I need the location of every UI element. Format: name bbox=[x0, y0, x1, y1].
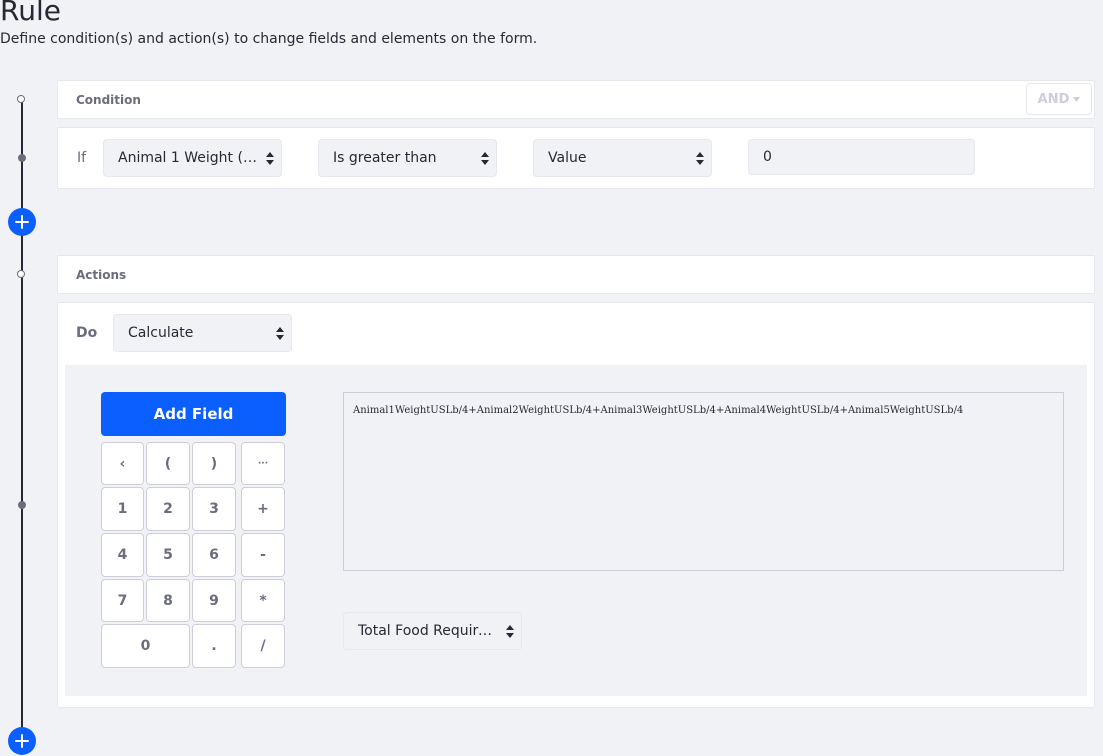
key-divide[interactable]: / bbox=[241, 624, 285, 668]
key-close-paren[interactable]: ) bbox=[192, 442, 236, 485]
timeline-node bbox=[18, 501, 26, 509]
timeline-line bbox=[21, 99, 23, 749]
key-5[interactable]: 5 bbox=[146, 533, 190, 577]
key-0[interactable]: 0 bbox=[101, 624, 190, 668]
sort-arrows-icon bbox=[269, 326, 291, 340]
plus-icon bbox=[15, 734, 29, 748]
key-8[interactable]: 8 bbox=[146, 579, 190, 622]
key-7[interactable]: 7 bbox=[101, 579, 144, 622]
key-more[interactable]: ··· bbox=[241, 442, 285, 485]
condition-header: Condition bbox=[76, 93, 141, 107]
sort-arrows-icon bbox=[474, 151, 496, 165]
action-type-select[interactable]: Calculate bbox=[113, 314, 292, 352]
condition-operator-select[interactable]: Is greater than bbox=[318, 139, 497, 177]
logic-operator-dropdown[interactable]: AND bbox=[1026, 83, 1092, 115]
add-condition-button[interactable] bbox=[8, 208, 36, 236]
key-multiply[interactable]: * bbox=[241, 579, 285, 622]
key-open-paren[interactable]: ( bbox=[146, 442, 190, 485]
key-9[interactable]: 9 bbox=[192, 579, 236, 622]
if-label: If bbox=[77, 150, 87, 166]
key-decimal[interactable]: . bbox=[192, 624, 236, 668]
actions-header-card: Actions bbox=[57, 255, 1095, 294]
timeline-node bbox=[18, 154, 26, 162]
condition-operator-value: Is greater than bbox=[333, 150, 437, 166]
chevron-down-icon bbox=[1073, 96, 1081, 102]
key-2[interactable]: 2 bbox=[146, 487, 190, 531]
sort-arrows-icon bbox=[499, 624, 521, 638]
logic-operator-label: AND bbox=[1037, 91, 1070, 107]
key-minus[interactable]: - bbox=[241, 533, 285, 577]
target-field-select[interactable]: Total Food Requirement bbox=[343, 612, 522, 650]
key-plus[interactable]: + bbox=[241, 487, 285, 531]
condition-field-value: Animal 1 Weight (US Lb) bbox=[118, 150, 259, 166]
plus-icon bbox=[15, 215, 29, 229]
timeline-node bbox=[17, 95, 25, 103]
add-field-button[interactable]: Add Field bbox=[101, 392, 286, 436]
actions-header: Actions bbox=[76, 268, 127, 282]
sort-arrows-icon bbox=[689, 151, 711, 165]
key-1[interactable]: 1 bbox=[101, 487, 144, 531]
key-4[interactable]: 4 bbox=[101, 533, 144, 577]
do-label: Do bbox=[76, 325, 98, 341]
condition-field-select[interactable]: Animal 1 Weight (US Lb) bbox=[103, 139, 282, 177]
page-title: Rule bbox=[0, 0, 61, 27]
condition-value-input[interactable]: 0 bbox=[748, 139, 975, 175]
add-action-button[interactable] bbox=[8, 727, 36, 755]
expression-editor[interactable]: Animal1WeightUSLb/4+Animal2WeightUSLb/4+… bbox=[343, 392, 1064, 571]
condition-header-card: Condition AND bbox=[57, 80, 1095, 119]
sort-arrows-icon bbox=[259, 151, 281, 165]
key-6[interactable]: 6 bbox=[192, 533, 236, 577]
key-3[interactable]: 3 bbox=[192, 487, 236, 531]
condition-operand-type-select[interactable]: Value bbox=[533, 139, 712, 177]
key-backspace[interactable]: ‹ bbox=[101, 442, 144, 485]
action-type-value: Calculate bbox=[128, 325, 194, 341]
condition-operand-type-value: Value bbox=[548, 150, 587, 166]
target-field-value: Total Food Requirement bbox=[358, 623, 499, 639]
page-subtitle: Define condition(s) and action(s) to cha… bbox=[0, 31, 538, 47]
timeline-node bbox=[17, 270, 25, 278]
